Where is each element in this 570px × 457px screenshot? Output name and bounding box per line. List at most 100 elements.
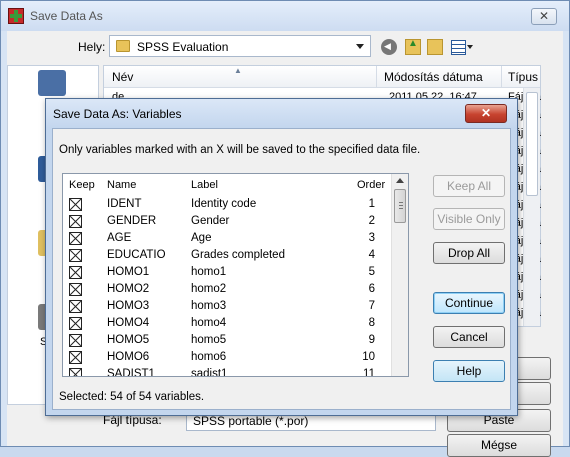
continue-button[interactable]: Continue (433, 292, 505, 314)
scrollbar-thumb[interactable] (526, 92, 538, 196)
variable-row[interactable]: HOMO3 homo3 7 (63, 298, 393, 315)
variable-label: homo5 (191, 334, 227, 346)
variable-name: HOMO3 (107, 300, 150, 312)
variable-name: IDENT (107, 198, 142, 210)
variable-name: HOMO6 (107, 351, 150, 363)
scroll-up-arrow-icon[interactable] (396, 178, 404, 183)
variable-name: HOMO4 (107, 317, 150, 329)
chevron-down-icon (356, 44, 364, 49)
variable-row[interactable]: SADIST1 sadist1 11 (63, 366, 393, 377)
variables-scrollbar[interactable] (391, 174, 408, 376)
scrollbar-thumb[interactable] (394, 189, 406, 223)
keep-checkbox[interactable] (69, 266, 82, 279)
file-type-value: SPSS portable (*.por) (193, 414, 309, 428)
visible-only-button[interactable]: Visible Only (433, 208, 505, 230)
variable-label: Grades completed (191, 249, 285, 261)
location-dropdown[interactable]: SPSS Evaluation (109, 35, 371, 57)
location-label: Hely: (78, 40, 106, 54)
variable-name: HOMO1 (107, 266, 150, 278)
folder-icon (116, 40, 130, 52)
variable-order: 6 (368, 283, 375, 295)
variable-row[interactable]: GENDER Gender 2 (63, 213, 393, 230)
back-icon[interactable] (381, 39, 397, 55)
variable-order: 10 (362, 351, 375, 363)
variable-label: homo2 (191, 283, 227, 295)
keep-checkbox[interactable] (69, 283, 82, 296)
variable-order: 2 (368, 215, 375, 227)
keep-all-button[interactable]: Keep All (433, 175, 505, 197)
variable-row[interactable]: HOMO6 homo6 10 (63, 349, 393, 366)
variable-order: 9 (368, 334, 375, 346)
keep-checkbox[interactable] (69, 317, 82, 330)
dialog-titlebar: Save Data As: Variables ✕ (46, 99, 517, 128)
variable-name: GENDER (107, 215, 157, 227)
column-header-type[interactable]: Típus (508, 70, 538, 84)
column-header-name[interactable]: Név (112, 70, 133, 84)
variable-label: homo6 (191, 351, 227, 363)
variable-row[interactable]: AGE Age 3 (63, 230, 393, 247)
selection-status: Selected: 54 of 54 variables. (59, 391, 205, 403)
grip-line (399, 202, 403, 203)
file-list-header: ▲ Név Módosítás dátuma Típus (104, 66, 540, 88)
variable-label: Identity code (191, 198, 257, 210)
recent-places-icon (38, 70, 66, 96)
column-header-order: Order (357, 179, 386, 191)
drop-all-button[interactable]: Drop All (433, 242, 505, 264)
keep-checkbox[interactable] (69, 300, 82, 313)
location-value: SPSS Evaluation (137, 40, 229, 54)
variable-order: 5 (368, 266, 375, 278)
variable-row[interactable]: HOMO5 homo5 9 (63, 332, 393, 349)
cancel-button[interactable]: Cancel (433, 326, 505, 348)
keep-checkbox[interactable] (69, 215, 82, 228)
variable-order: 7 (368, 300, 375, 312)
cancel-button[interactable]: Mégse (447, 434, 551, 457)
window-titlebar: Save Data As ✕ (1, 1, 569, 31)
variable-row[interactable]: HOMO4 homo4 8 (63, 315, 393, 332)
variable-name: SADIST1 (107, 368, 155, 377)
keep-checkbox[interactable] (69, 198, 82, 211)
keep-checkbox[interactable] (69, 368, 82, 376)
up-folder-icon[interactable] (405, 38, 421, 55)
variable-row[interactable]: HOMO1 homo1 5 (63, 264, 393, 281)
help-button[interactable]: Help (433, 360, 505, 382)
variable-row[interactable]: IDENT Identity code 1 (63, 196, 393, 213)
column-header-name: Name (107, 179, 137, 191)
keep-checkbox[interactable] (69, 249, 82, 262)
variable-order: 4 (368, 249, 375, 261)
dialog-close-button[interactable]: ✕ (465, 104, 507, 123)
keep-checkbox[interactable] (69, 232, 82, 245)
column-separator[interactable] (501, 66, 502, 88)
keep-checkbox[interactable] (69, 334, 82, 347)
grip-line (399, 205, 403, 206)
variable-row[interactable]: HOMO2 homo2 6 (63, 281, 393, 298)
variable-label: homo3 (191, 300, 227, 312)
window-title: Save Data As (30, 9, 103, 23)
dialog-body: Only variables marked with an X will be … (52, 128, 511, 410)
column-separator[interactable] (376, 66, 377, 88)
keep-checkbox[interactable] (69, 351, 82, 364)
variable-order: 3 (368, 232, 375, 244)
new-folder-icon[interactable] (427, 39, 443, 55)
spss-app-icon (8, 8, 24, 24)
variable-label: homo1 (191, 266, 227, 278)
variable-order: 11 (363, 368, 375, 377)
variable-row[interactable]: EDUCATIO Grades completed 4 (63, 247, 393, 264)
variable-label: Age (191, 232, 212, 244)
view-menu-icon[interactable] (451, 39, 475, 55)
variable-label: homo4 (191, 317, 227, 329)
column-header-keep: Keep (69, 179, 95, 191)
file-list-scrollbar[interactable] (523, 88, 540, 326)
variables-table[interactable]: Keep Name Label Order IDENT Identity code… (62, 173, 409, 377)
column-header-label: Label (191, 179, 218, 191)
variable-name: HOMO5 (107, 334, 150, 346)
variable-label: Gender (191, 215, 230, 227)
variable-order: 1 (368, 198, 375, 210)
variables-table-header: Keep Name Label Order (63, 174, 393, 196)
dialog-title: Save Data As: Variables (53, 107, 182, 121)
variable-name: EDUCATIO (107, 249, 166, 261)
column-header-date[interactable]: Módosítás dátuma (384, 70, 483, 84)
grip-line (399, 208, 403, 209)
window-close-button[interactable]: ✕ (531, 8, 557, 25)
sort-ascending-icon: ▲ (234, 66, 242, 75)
variables-dialog: Save Data As: Variables ✕ Only variables… (45, 98, 518, 416)
